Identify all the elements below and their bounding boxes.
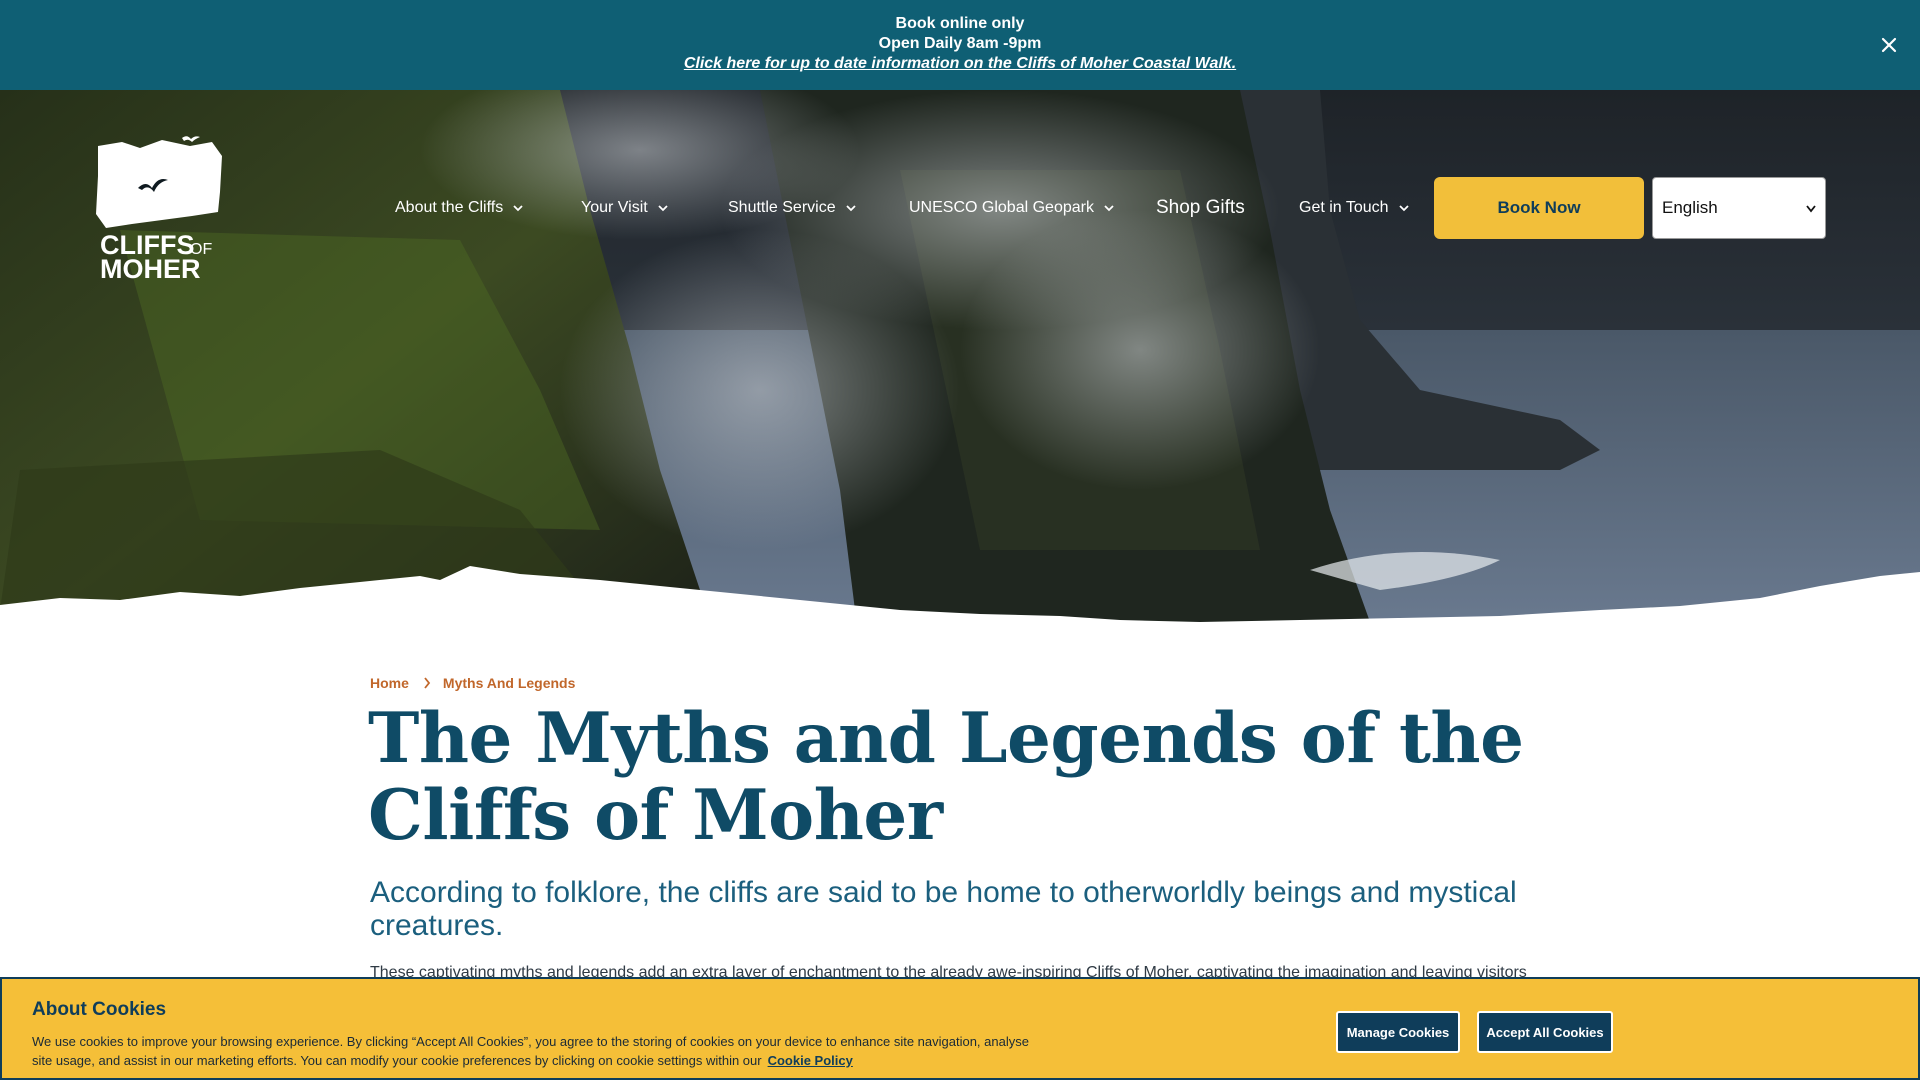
cookie-banner: About Cookies We use cookies to improve … (0, 977, 1920, 1080)
announcement-booking: Book online only (895, 15, 1025, 32)
breadcrumb-home[interactable]: Home (370, 675, 409, 691)
cookie-text: We use cookies to improve your browsing … (32, 1032, 1052, 1070)
coastal-walk-link[interactable]: Click here for up to date information on… (0, 55, 1920, 73)
cookie-description: We use cookies to improve your browsing … (32, 1034, 1029, 1068)
nav-label: Shuttle Service (728, 199, 836, 216)
nav-get-in-touch[interactable]: Get in Touch (1299, 190, 1409, 226)
cookie-policy-link[interactable]: Cookie Policy (768, 1053, 853, 1068)
breadcrumb: Home Myths And Legends (370, 675, 575, 691)
page-title: The Myths and Legends of the Cliffs of M… (368, 698, 1524, 856)
nav-about-the-cliffs[interactable]: About the Cliffs (395, 190, 523, 226)
nav-label: About the Cliffs (395, 199, 504, 216)
chevron-down-icon (1104, 205, 1114, 212)
accept-all-cookies-button[interactable]: Accept All Cookies (1477, 1011, 1613, 1053)
announcement-hours: Open Daily 8am -9pm (878, 35, 1042, 52)
cliffs-scene (0, 90, 1920, 650)
close-icon[interactable] (1874, 30, 1904, 60)
manage-cookies-button[interactable]: Manage Cookies (1336, 1011, 1460, 1053)
chevron-down-icon (1806, 205, 1816, 213)
nav-label: Shop Gifts (1156, 197, 1245, 218)
language-selected: English (1662, 198, 1718, 217)
nav-unesco-global-geopark[interactable]: UNESCO Global Geopark (909, 190, 1114, 226)
nav-label: Your Visit (581, 199, 648, 216)
cliffs-of-moher-logo[interactable]: CLIFFS OF MOHER (92, 136, 226, 282)
nav-shop-gifts[interactable]: Shop Gifts (1156, 190, 1245, 226)
book-now-button[interactable]: Book Now (1434, 177, 1644, 239)
chevron-down-icon (1398, 205, 1409, 212)
announcement-bar: Book online only Open Daily 8am -9pm Cli… (0, 0, 1920, 90)
nav-your-visit[interactable]: Your Visit (581, 190, 668, 226)
nav-shuttle-service[interactable]: Shuttle Service (728, 190, 856, 226)
chevron-down-icon (658, 205, 668, 212)
cookie-title: About Cookies (32, 999, 167, 1020)
chevron-right-icon (424, 677, 431, 689)
breadcrumb-current: Myths And Legends (442, 675, 576, 691)
logo-moher-text: MOHER (100, 254, 201, 282)
hero-image: CLIFFS OF MOHER About the Cliffs Your Vi… (0, 90, 1920, 650)
nav-label: Get in Touch (1299, 199, 1389, 216)
chevron-down-icon (513, 205, 523, 212)
nav-label: UNESCO Global Geopark (909, 199, 1094, 216)
chevron-down-icon (845, 205, 856, 212)
language-select[interactable]: English (1652, 177, 1826, 239)
page-lede: According to folklore, the cliffs are sa… (370, 876, 1517, 942)
